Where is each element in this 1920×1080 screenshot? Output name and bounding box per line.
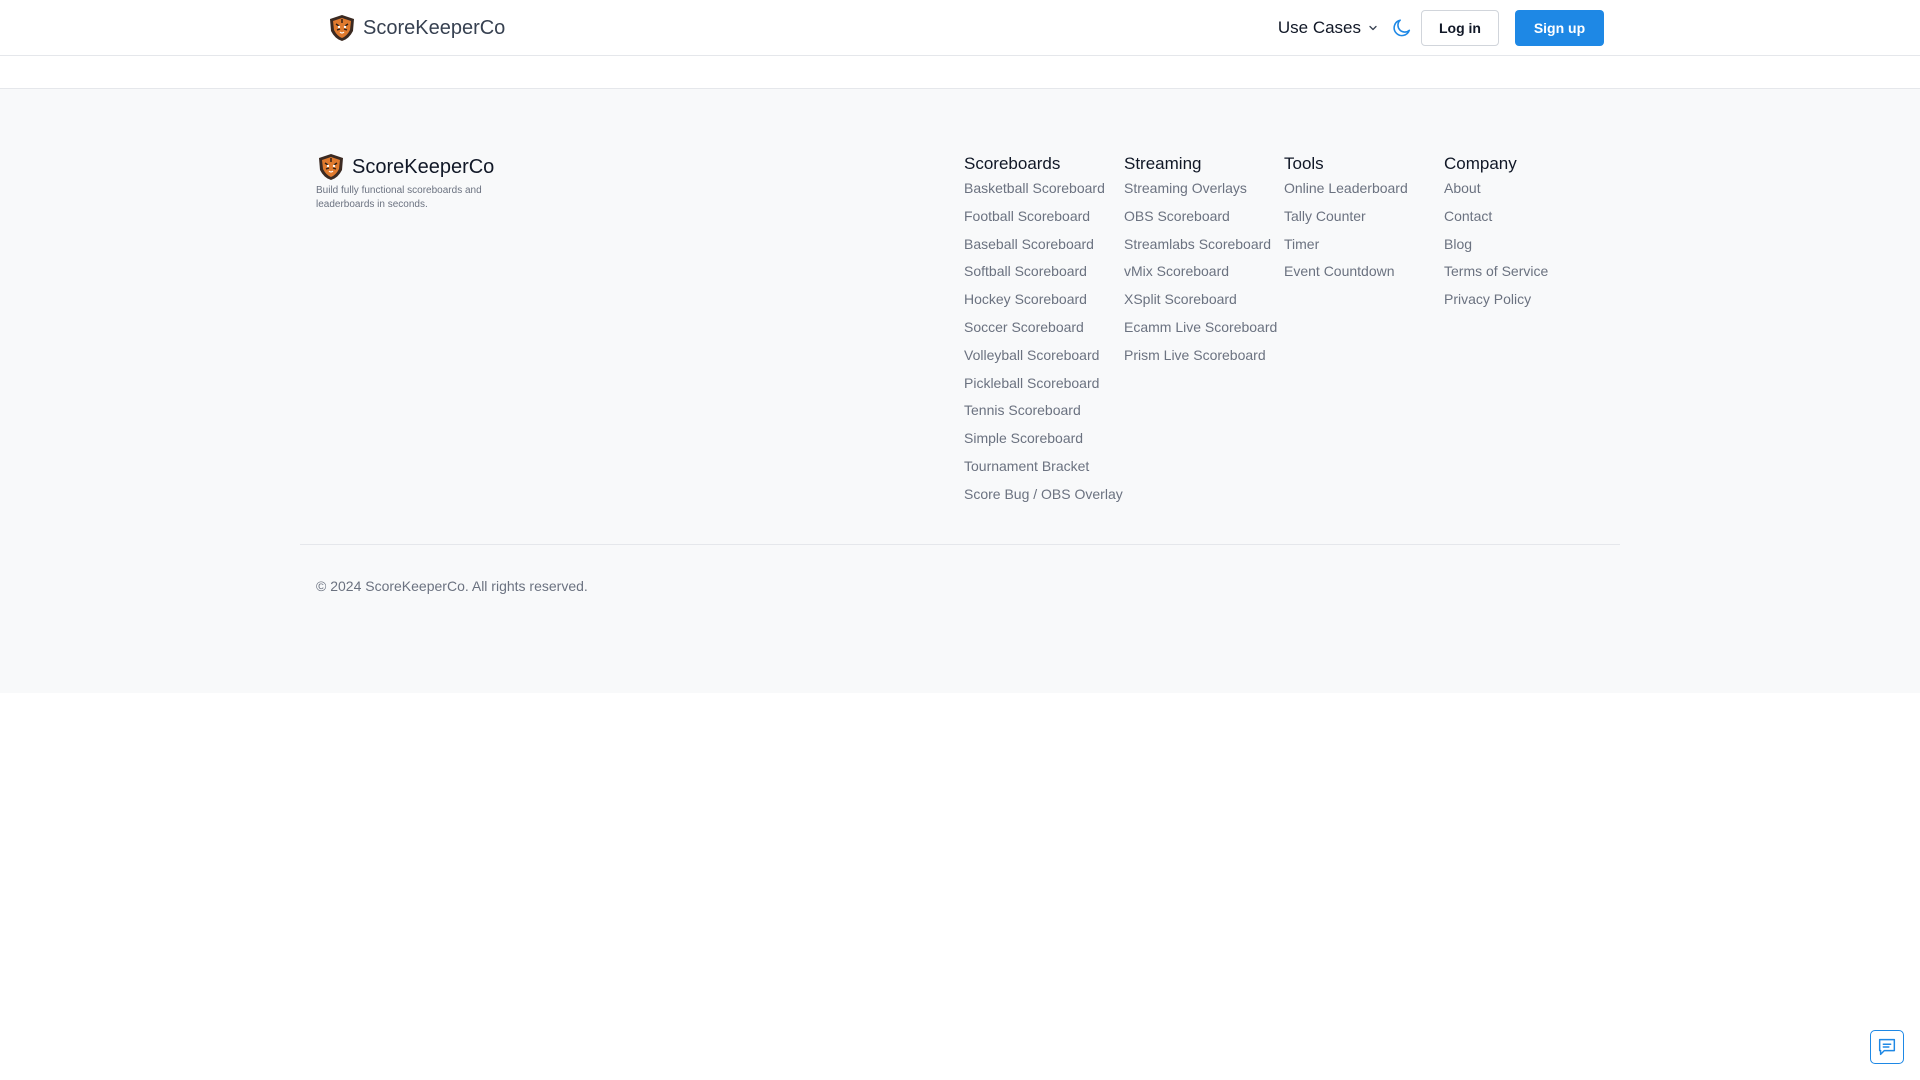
- footer-link[interactable]: Soccer Scoreboard: [964, 317, 1123, 345]
- footer-column-tools: Tools Online Leaderboard Tally Counter T…: [1284, 153, 1408, 289]
- footer-link[interactable]: Online Leaderboard: [1284, 178, 1408, 206]
- copyright-text: © 2024 ScoreKeeperCo. All rights reserve…: [316, 578, 588, 594]
- footer-link[interactable]: vMix Scoreboard: [1124, 261, 1277, 289]
- footer-link[interactable]: Privacy Policy: [1444, 289, 1548, 317]
- content-band: [0, 56, 1920, 89]
- brand-name: ScoreKeeperCo: [363, 16, 506, 39]
- footer-link[interactable]: About: [1444, 178, 1548, 206]
- brand-link[interactable]: ScoreKeeperCo: [327, 12, 505, 44]
- footer-link[interactable]: Basketball Scoreboard: [964, 178, 1123, 206]
- footer-link[interactable]: Score Bug / OBS Overlay: [964, 484, 1123, 512]
- footer-divider: [300, 544, 1620, 545]
- footer-link[interactable]: Hockey Scoreboard: [964, 289, 1123, 317]
- tiger-logo-icon: [330, 15, 354, 41]
- column-title: Scoreboards: [964, 154, 1061, 173]
- footer-link[interactable]: Football Scoreboard: [964, 206, 1123, 234]
- column-title: Tools: [1284, 154, 1324, 173]
- footer-link[interactable]: Blog: [1444, 234, 1548, 262]
- footer-link[interactable]: Tournament Bracket: [964, 456, 1123, 484]
- footer-link[interactable]: Prism Live Scoreboard: [1124, 345, 1277, 373]
- footer-link[interactable]: OBS Scoreboard: [1124, 206, 1277, 234]
- moon-icon[interactable]: [1391, 17, 1413, 39]
- chevron-down-icon: [1369, 25, 1377, 31]
- footer-link[interactable]: Contact: [1444, 206, 1548, 234]
- footer-link[interactable]: Event Countdown: [1284, 261, 1408, 289]
- footer-link[interactable]: Pickleball Scoreboard: [964, 373, 1123, 401]
- footer-link[interactable]: Volleyball Scoreboard: [964, 345, 1123, 373]
- footer-link[interactable]: Ecamm Live Scoreboard: [1124, 317, 1277, 345]
- tiger-logo-icon: [319, 154, 343, 180]
- chat-widget-button[interactable]: [1870, 1030, 1904, 1064]
- footer-link[interactable]: Terms of Service: [1444, 261, 1548, 289]
- footer-column-scoreboards: Scoreboards Basketball Scoreboard Footba…: [964, 153, 1123, 512]
- use-cases-label: Use Cases: [1277, 18, 1361, 37]
- footer-link[interactable]: Softball Scoreboard: [964, 261, 1123, 289]
- footer-link[interactable]: Tennis Scoreboard: [964, 400, 1123, 428]
- header-actions: Use Cases Log in Sign up: [1278, 10, 1604, 46]
- column-title: Company: [1444, 154, 1517, 173]
- footer-link[interactable]: Simple Scoreboard: [964, 428, 1123, 456]
- signup-button[interactable]: Sign up: [1515, 10, 1604, 46]
- footer-link[interactable]: Streaming Overlays: [1124, 178, 1277, 206]
- footer-link[interactable]: Baseball Scoreboard: [964, 234, 1123, 262]
- footer-link[interactable]: Tally Counter: [1284, 206, 1408, 234]
- footer-link[interactable]: Timer: [1284, 234, 1408, 262]
- footer-link[interactable]: XSplit Scoreboard: [1124, 289, 1277, 317]
- use-cases-dropdown[interactable]: Use Cases: [1278, 18, 1379, 38]
- footer-tagline: Build fully functional scoreboards and l…: [316, 185, 482, 210]
- footer-brand[interactable]: ScoreKeeperCo: [316, 152, 494, 182]
- chat-icon: [1878, 1038, 1896, 1056]
- login-button[interactable]: Log in: [1421, 10, 1499, 46]
- column-title: Streaming: [1124, 154, 1202, 173]
- footer-column-streaming: Streaming Streaming Overlays OBS Scorebo…: [1124, 153, 1277, 373]
- footer-brand-name: ScoreKeeperCo: [352, 155, 495, 178]
- footer-column-company: Company About Contact Blog Terms of Serv…: [1444, 153, 1548, 317]
- site-footer: ScoreKeeperCo Build fully functional sco…: [0, 89, 1920, 693]
- site-header: ScoreKeeperCo Use Cases Log in Sign up: [0, 0, 1920, 56]
- footer-link[interactable]: Streamlabs Scoreboard: [1124, 234, 1277, 262]
